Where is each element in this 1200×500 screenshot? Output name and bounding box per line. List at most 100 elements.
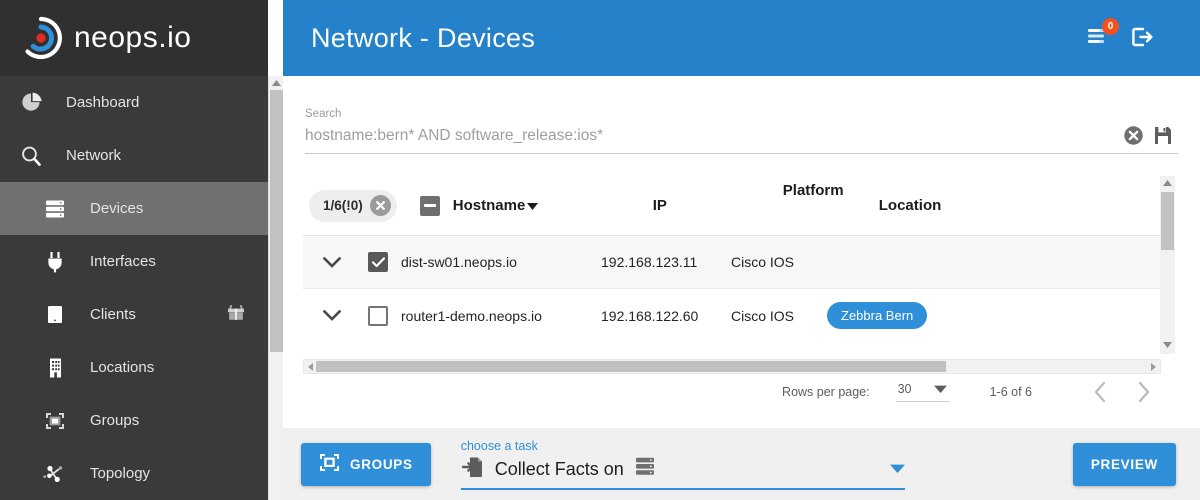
sidebar-item-clients[interactable]: Clients (0, 288, 268, 341)
group-frame-icon (38, 406, 72, 436)
groups-button[interactable]: GROUPS (301, 442, 431, 486)
search-row (305, 125, 1178, 154)
scroll-down-arrow-icon[interactable] (1160, 338, 1175, 352)
cell-location: Zebbra Bern (827, 302, 1027, 329)
search-section: Search (283, 76, 1200, 154)
scroll-up-arrow-icon[interactable] (269, 76, 284, 90)
plug-icon (38, 247, 72, 277)
sidebar-item-devices[interactable]: Devices (0, 182, 268, 235)
sidebar-scrollbar[interactable] (268, 76, 283, 500)
select-all-checkbox[interactable] (419, 195, 440, 216)
column-header-label: IP (652, 197, 667, 214)
sidebar-item-label: Dashboard (66, 94, 140, 111)
server-rack-icon (634, 457, 656, 481)
sidebar-item-label: Network (66, 147, 122, 164)
paginator: Rows per page: 30 1-6 of 6 (782, 381, 1166, 403)
cell-ip: 192.168.123.11 (601, 254, 698, 270)
task-select-field[interactable]: choose a task Collect Facts on (460, 438, 905, 490)
column-header-ip[interactable]: IP (653, 197, 783, 214)
pie-chart-icon (14, 88, 48, 118)
sidebar-scrollbar-thumb[interactable] (270, 90, 283, 352)
import-file-icon (461, 455, 485, 484)
save-disk-icon[interactable] (1148, 125, 1178, 146)
task-list-icon[interactable]: 0 (1086, 18, 1119, 51)
sidebar-item-label: Groups (90, 412, 140, 429)
bottom-action-bar: GROUPS choose a task Collect Facts on PR… (283, 428, 1200, 500)
neops-target-logo-icon (18, 15, 64, 61)
sidebar-item-groups[interactable]: Groups (0, 394, 268, 447)
rows-per-page-value: 30 (897, 382, 912, 396)
logout-icon[interactable] (1130, 25, 1156, 51)
row-checkbox[interactable] (368, 252, 388, 272)
column-header-location[interactable]: Location (879, 197, 1079, 214)
sidebar-item-label: Devices (90, 200, 144, 217)
search-input[interactable] (305, 126, 1118, 145)
selection-chip[interactable]: 1/6(!0) (309, 189, 397, 222)
content-area: Search hostname:bern* AND software_relea… (283, 76, 1200, 500)
task-select-row[interactable]: Collect Facts on (460, 455, 905, 490)
cell-platform: Cisco IOS (731, 307, 795, 324)
preview-button-label: PREVIEW (1090, 456, 1158, 472)
page-range-label: 1-6 of 6 (989, 385, 1032, 399)
table-row[interactable]: router1-demo.neops.io 192.168.122.60 Cis… (303, 289, 1161, 342)
table-horizontal-scrollbar[interactable] (303, 359, 1161, 374)
cell-ip: 192.168.122.60 (601, 307, 699, 324)
sidebar: neops.io Dashboard Network Devices Inter… (0, 0, 268, 500)
row-expand-toggle[interactable] (309, 256, 355, 268)
sidebar-item-label: Interfaces (90, 253, 156, 270)
row-checkbox[interactable] (368, 305, 388, 326)
row-checkbox-cell (355, 305, 401, 326)
column-header-hostname[interactable]: Hostname (453, 197, 653, 214)
scroll-left-arrow-icon[interactable] (305, 361, 316, 372)
chip-clear-icon[interactable] (369, 195, 391, 216)
task-select-value: Collect Facts on (494, 458, 624, 479)
table-hscroll-thumb[interactable] (316, 361, 946, 372)
topology-nodes-icon (38, 459, 72, 489)
app-root: neops.io Dashboard Network Devices Inter… (0, 0, 1200, 500)
caret-down-icon[interactable] (889, 460, 905, 478)
table-row[interactable]: dist-sw01.neops.io 192.168.123.11 Cisco … (303, 236, 1161, 289)
clear-circle-icon[interactable] (1118, 125, 1148, 146)
brand-name: neops.io (74, 21, 192, 54)
sidebar-item-label: Clients (90, 306, 136, 323)
page-header: Network - Devices 0 (283, 0, 1200, 76)
gift-icon[interactable] (226, 303, 246, 326)
sidebar-item-locations[interactable]: Locations (0, 341, 268, 394)
rows-per-page-select[interactable]: 30 (895, 382, 950, 402)
tablet-icon (38, 300, 72, 330)
sidebar-item-label: Topology (90, 465, 151, 482)
location-pill[interactable]: Zebbra Bern (827, 302, 928, 329)
sidebar-item-network[interactable]: Network (0, 129, 268, 182)
row-expand-toggle[interactable] (309, 310, 355, 321)
scroll-right-arrow-icon[interactable] (1148, 361, 1159, 372)
header-actions: 0 (1086, 18, 1200, 51)
magnifier-icon (14, 141, 48, 171)
group-frame-icon (319, 453, 340, 475)
column-header-label: Platform (782, 182, 844, 199)
building-icon (38, 353, 72, 383)
column-header-platform[interactable]: Platform (783, 176, 879, 199)
brand-logo[interactable]: neops.io (0, 0, 268, 76)
cell-hostname: dist-sw01.neops.io (401, 254, 517, 270)
row-checkbox-cell (355, 252, 401, 272)
selection-chip-label: 1/6(!0) (323, 198, 363, 213)
task-count-badge: 0 (1102, 18, 1119, 35)
table-vscroll-thumb[interactable] (1161, 192, 1174, 250)
rows-per-page-label: Rows per page: (782, 385, 870, 399)
sidebar-item-dashboard[interactable]: Dashboard (0, 76, 268, 129)
sidebar-item-topology[interactable]: Topology (0, 447, 268, 500)
cell-hostname: router1-demo.neops.io (401, 307, 542, 324)
table-vertical-scrollbar[interactable] (1160, 176, 1175, 354)
column-header-label: Hostname (452, 197, 526, 214)
previous-page-button[interactable] (1078, 381, 1122, 403)
column-header-label: Location (878, 197, 942, 214)
task-select-label: choose a task (460, 438, 538, 453)
table-header-row: 1/6(!0) Hostname IP Platform Location (303, 176, 1161, 236)
next-page-button[interactable] (1122, 381, 1166, 403)
scroll-up-arrow-icon[interactable] (1160, 176, 1175, 190)
select-all-checkbox-cell (407, 195, 453, 216)
server-rack-icon (38, 194, 72, 224)
sidebar-item-interfaces[interactable]: Interfaces (0, 235, 268, 288)
cell-platform: Cisco IOS (731, 254, 795, 270)
preview-button[interactable]: PREVIEW (1072, 442, 1176, 486)
